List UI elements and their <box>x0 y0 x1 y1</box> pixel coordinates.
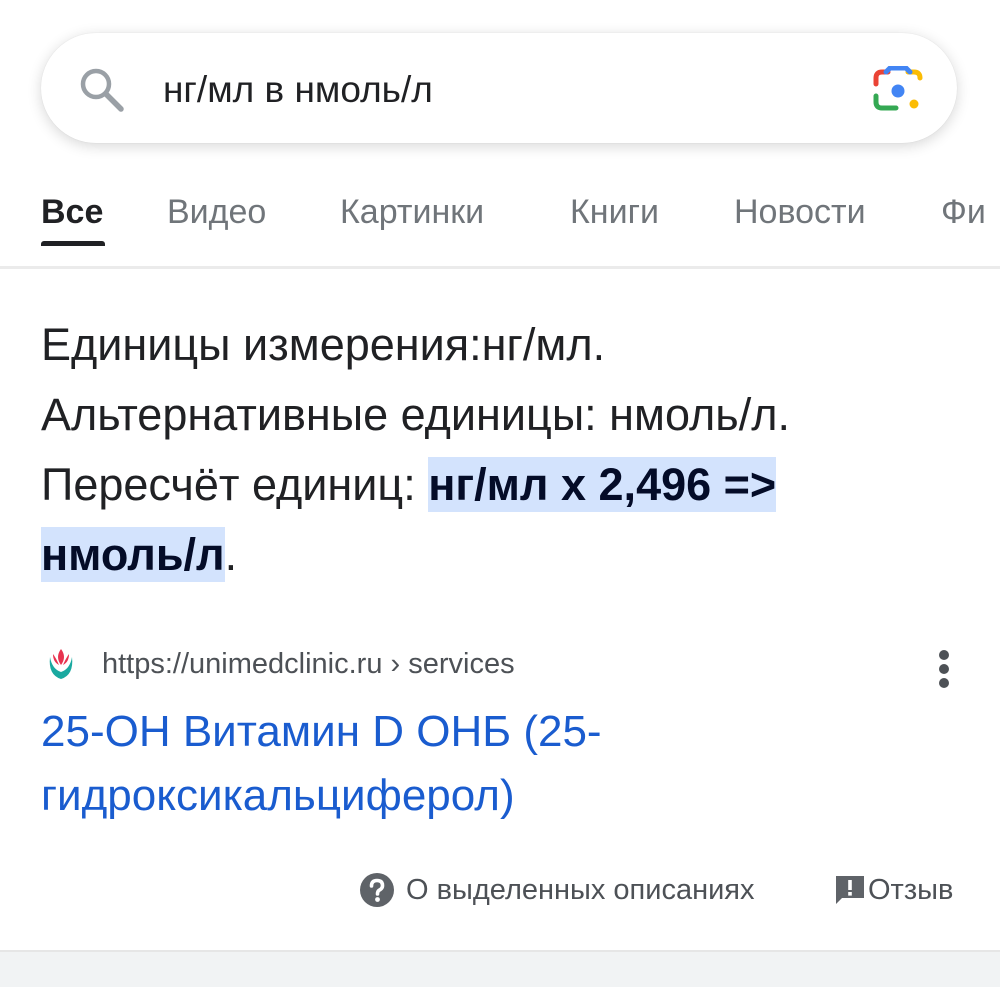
result-title-line2[interactable]: гидроксикальциферол) <box>41 764 941 828</box>
tab-news[interactable]: Новости <box>734 192 866 232</box>
feedback-icon[interactable] <box>833 873 867 907</box>
tab-books[interactable]: Книги <box>570 192 659 232</box>
tab-video[interactable]: Видео <box>167 192 266 232</box>
search-tabs: Все Видео Картинки Книги Новости Фи <box>0 170 1000 269</box>
tab-all[interactable]: Все <box>41 192 103 232</box>
snippet-line-result-unit: нмоль/л. <box>41 520 951 590</box>
google-search-results-page: нг/мл в нмоль/л Все Видео Картинки Книги… <box>0 0 1000 987</box>
snippet-conversion-prefix: Пересчёт единиц: <box>41 459 429 510</box>
tab-images[interactable]: Картинки <box>340 192 484 232</box>
snippet-line-units: Единицы измерения:нг/мл. <box>41 319 606 370</box>
search-icon[interactable] <box>76 64 126 114</box>
google-lens-icon[interactable] <box>872 66 924 114</box>
help-circle-icon[interactable] <box>359 872 395 908</box>
result-title-line1[interactable]: 25-OH Витамин D ОНБ (25- <box>41 700 941 764</box>
active-tab-indicator <box>41 241 105 246</box>
tab-finance[interactable]: Фи <box>941 192 986 232</box>
snippet-highlight-unit: нмоль/л <box>41 527 225 582</box>
search-input[interactable]: нг/мл в нмоль/л <box>163 68 433 112</box>
result-title-link[interactable]: 25-OH Витамин D ОНБ (25- гидроксикальциф… <box>41 700 941 828</box>
result-url[interactable]: https://unimedclinic.ru › services <box>102 646 515 682</box>
about-featured-snippets-link[interactable]: О выделенных описаниях <box>406 872 755 908</box>
unimed-favicon-icon <box>49 649 73 679</box>
snippet-line-alt-units: Альтернативные единицы: нмоль/л. <box>41 389 790 440</box>
snippet-highlight-formula: нг/мл х 2,496 => <box>428 457 777 512</box>
snippet-line-conversion: Пересчёт единиц: нг/мл х 2,496 => <box>41 450 951 520</box>
more-vert-icon[interactable] <box>928 647 960 689</box>
feedback-link[interactable]: Отзыв <box>868 872 953 908</box>
section-divider <box>0 950 1000 987</box>
snippet-period: . <box>224 529 238 580</box>
featured-snippet: Единицы измерения:нг/мл. Альтернативные … <box>41 310 951 590</box>
